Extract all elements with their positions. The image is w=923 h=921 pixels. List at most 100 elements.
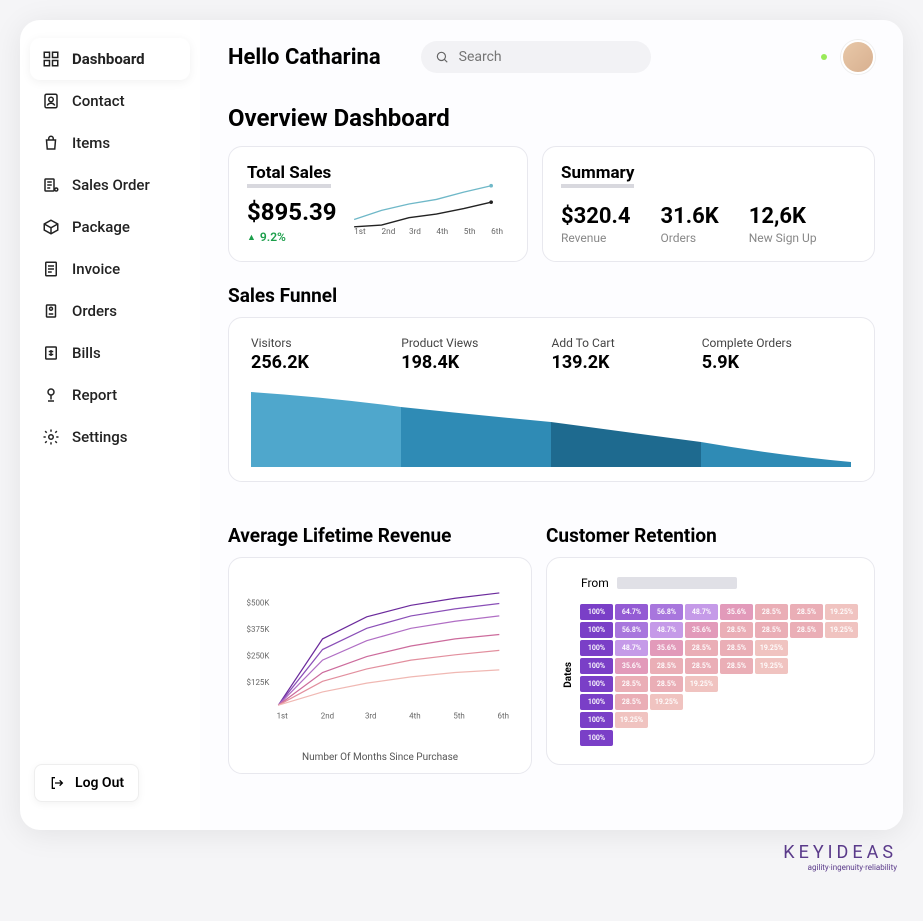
app-shell: Dashboard Contact Items Sales Order Pack… [20,20,903,830]
sidebar-item-items[interactable]: Items [30,122,190,164]
svg-text:5th: 5th [463,227,475,237]
retention-cell: 35.6% [685,622,718,638]
total-sales-sparkline: 1st 2nd 3rd 4th 5th 6th [345,163,509,245]
svg-text:2nd: 2nd [321,711,334,720]
sidebar-item-sales-order[interactable]: Sales Order [30,164,190,206]
retention-cell: 28.5% [790,604,823,620]
retention-from: From [581,576,858,590]
retention-cell: 19.25% [650,694,683,710]
alr-section: Average Lifetime Revenue $500K $375K $25… [228,502,532,774]
retention-cell: 19.25% [825,604,858,620]
sidebar-item-bills[interactable]: Bills [30,332,190,374]
greeting: Hello Catharina [228,45,381,70]
retention-cell: 19.25% [755,658,788,674]
alr-x-axis-title: Number Of Months Since Purchase [243,752,517,763]
svg-text:5th: 5th [453,711,464,720]
svg-text:3rd: 3rd [409,227,421,237]
retention-cell: 19.25% [685,676,718,692]
retention-row: 100%48.7%35.6%28.5%28.5%19.25% [580,640,858,656]
search-box[interactable] [421,41,651,73]
logout-icon [49,775,65,791]
svg-text:1st: 1st [277,711,289,720]
retention-cell: 28.5% [720,658,753,674]
logout-label: Log Out [75,775,124,791]
search-input[interactable] [459,49,637,65]
summary-card: Summary $320.4 Revenue 31.6K Orders 12,6… [542,146,875,262]
svg-text:6th: 6th [498,711,509,720]
alr-chart: $500K $375K $250K $125K 1st [243,576,517,746]
total-sales-value: $895.39 [247,198,337,226]
sidebar-item-package[interactable]: Package [30,206,190,248]
sidebar-item-invoice[interactable]: Invoice [30,248,190,290]
gear-icon [42,428,60,446]
retention-cell: 19.25% [615,712,648,728]
retention-cell: 28.5% [615,676,648,692]
funnel-chart [251,387,851,467]
sidebar-item-label: Sales Order [72,176,150,194]
retention-cell: 28.5% [615,694,648,710]
retention-cell: 28.5% [790,622,823,638]
list-icon [42,176,60,194]
retention-from-bar[interactable] [617,577,737,589]
svg-text:3rd: 3rd [365,711,377,720]
retention-cell: 48.7% [615,640,648,656]
sidebar-item-orders[interactable]: Orders [30,290,190,332]
svg-text:4th: 4th [409,711,420,720]
svg-text:4th: 4th [436,227,448,237]
retention-row: 100%19.25% [580,712,858,728]
page-title: Overview Dashboard [228,104,875,132]
retention-row: 100%28.5%19.25% [580,694,858,710]
main-content: Hello Catharina Overview Dashboard Total… [200,20,903,830]
funnel-title: Sales Funnel [228,284,875,307]
retention-cell: 28.5% [755,604,788,620]
retention-row: 100%28.5%28.5%19.25% [580,676,858,692]
summary-title: Summary [561,163,634,188]
retention-cell: 28.5% [685,658,718,674]
retention-cell: 19.25% [755,640,788,656]
retention-cell: 35.6% [615,658,648,674]
retention-row: 100%64.7%56.8%48.7%35.6%28.5%28.5%19.25% [580,604,858,620]
retention-section: Customer Retention From Dates 100%64.7%5… [546,502,875,774]
logout-button[interactable]: Log Out [34,764,139,802]
total-sales-card: Total Sales $895.39 9.2% 1st 2nd 3rd 4th… [228,146,528,262]
retention-title: Customer Retention [546,524,875,547]
sidebar-item-label: Report [72,386,117,404]
retention-cell: 19.25% [825,622,858,638]
sidebar-item-settings[interactable]: Settings [30,416,190,458]
retention-cell: 64.7% [615,604,648,620]
sidebar-item-report[interactable]: Report [30,374,190,416]
retention-card: From Dates 100%64.7%56.8%48.7%35.6%28.5%… [546,557,875,765]
retention-cell: 35.6% [650,640,683,656]
user-icon [42,92,60,110]
orders-icon [42,302,60,320]
svg-text:$250K: $250K [247,651,270,660]
sidebar-item-dashboard[interactable]: Dashboard [30,38,190,80]
sidebar-item-label: Invoice [72,260,120,278]
retention-cell: 100% [580,604,613,620]
sidebar-item-label: Orders [72,302,117,320]
funnel-stage-cart: Add To Cart139.2K [552,336,702,373]
invoice-icon [42,260,60,278]
search-icon [435,50,449,64]
metric-revenue: $320.4 Revenue [561,204,631,245]
funnel-stage-views: Product Views198.4K [401,336,551,373]
sidebar: Dashboard Contact Items Sales Order Pack… [20,20,200,830]
retention-cell: 28.5% [650,676,683,692]
retention-cell: 100% [580,712,613,728]
svg-text:1st: 1st [354,227,366,237]
retention-cell: 48.7% [685,604,718,620]
bills-icon [42,344,60,362]
svg-text:$125K: $125K [247,678,270,687]
metric-orders: 31.6K Orders [661,204,719,245]
avatar[interactable] [841,40,875,74]
sidebar-item-label: Package [72,218,130,236]
sidebar-item-contact[interactable]: Contact [30,80,190,122]
alr-card: $500K $375K $250K $125K 1st [228,557,532,774]
svg-text:$375K: $375K [247,625,270,634]
retention-cell: 56.8% [615,622,648,638]
retention-cell: 100% [580,694,613,710]
total-sales-title: Total Sales [247,163,331,188]
retention-cell: 35.6% [720,604,753,620]
package-icon [42,218,60,236]
retention-cell: 100% [580,640,613,656]
